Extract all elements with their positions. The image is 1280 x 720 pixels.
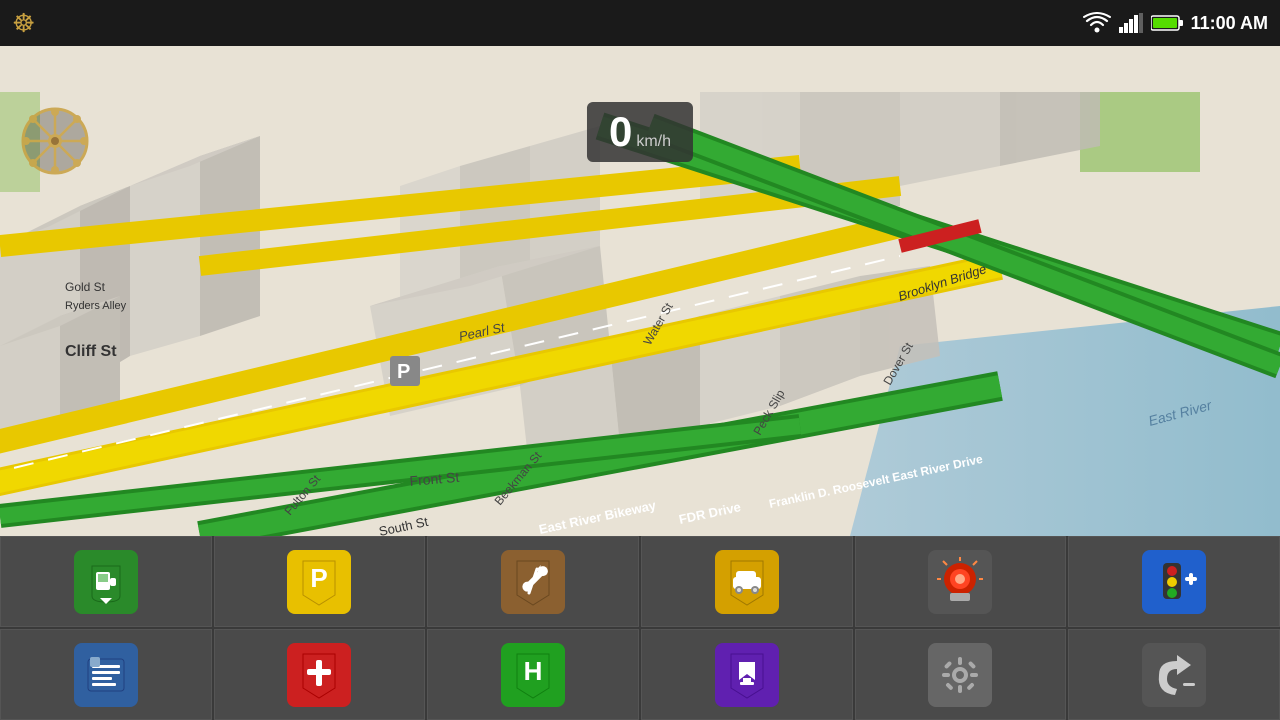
hotel-button[interactable]: H bbox=[427, 629, 639, 720]
wifi-icon bbox=[1083, 12, 1111, 34]
svg-text:H: H bbox=[524, 656, 543, 686]
bookmark-button[interactable] bbox=[641, 629, 853, 720]
status-bar-right: 11:00 AM bbox=[1083, 12, 1268, 34]
toolbar: P bbox=[0, 536, 1280, 720]
fuel-button[interactable] bbox=[0, 536, 212, 627]
compass-wheel[interactable] bbox=[20, 106, 90, 190]
battery-icon bbox=[1151, 14, 1183, 32]
svg-text:Cliff St: Cliff St bbox=[65, 343, 117, 360]
tools-button[interactable] bbox=[427, 536, 639, 627]
speed-unit: km/h bbox=[636, 133, 671, 151]
status-bar-left: ☸ bbox=[12, 8, 35, 39]
alert-button[interactable] bbox=[855, 536, 1067, 627]
parking-button[interactable]: P bbox=[214, 536, 426, 627]
redo-button[interactable] bbox=[1068, 629, 1280, 720]
svg-text:Gold St: Gold St bbox=[65, 280, 106, 294]
status-bar: ☸ 11:00 AM bbox=[0, 0, 1280, 46]
towing-button[interactable] bbox=[641, 536, 853, 627]
wheel-icon: ☸ bbox=[12, 8, 35, 39]
svg-text:P: P bbox=[311, 563, 328, 593]
signal-icon bbox=[1119, 13, 1143, 33]
svg-text:Ryders Alley: Ryders Alley bbox=[65, 300, 127, 312]
time-display: 11:00 AM bbox=[1191, 13, 1268, 34]
speed-display: 0 km/h bbox=[587, 102, 693, 162]
map-area[interactable]: East River bbox=[0, 46, 1280, 536]
traffic-button[interactable] bbox=[1068, 536, 1280, 627]
settings-button[interactable] bbox=[855, 629, 1067, 720]
speed-value: 0 bbox=[609, 108, 632, 156]
add-pin-button[interactable] bbox=[214, 629, 426, 720]
list-button[interactable] bbox=[0, 629, 212, 720]
svg-text:P: P bbox=[397, 361, 410, 383]
